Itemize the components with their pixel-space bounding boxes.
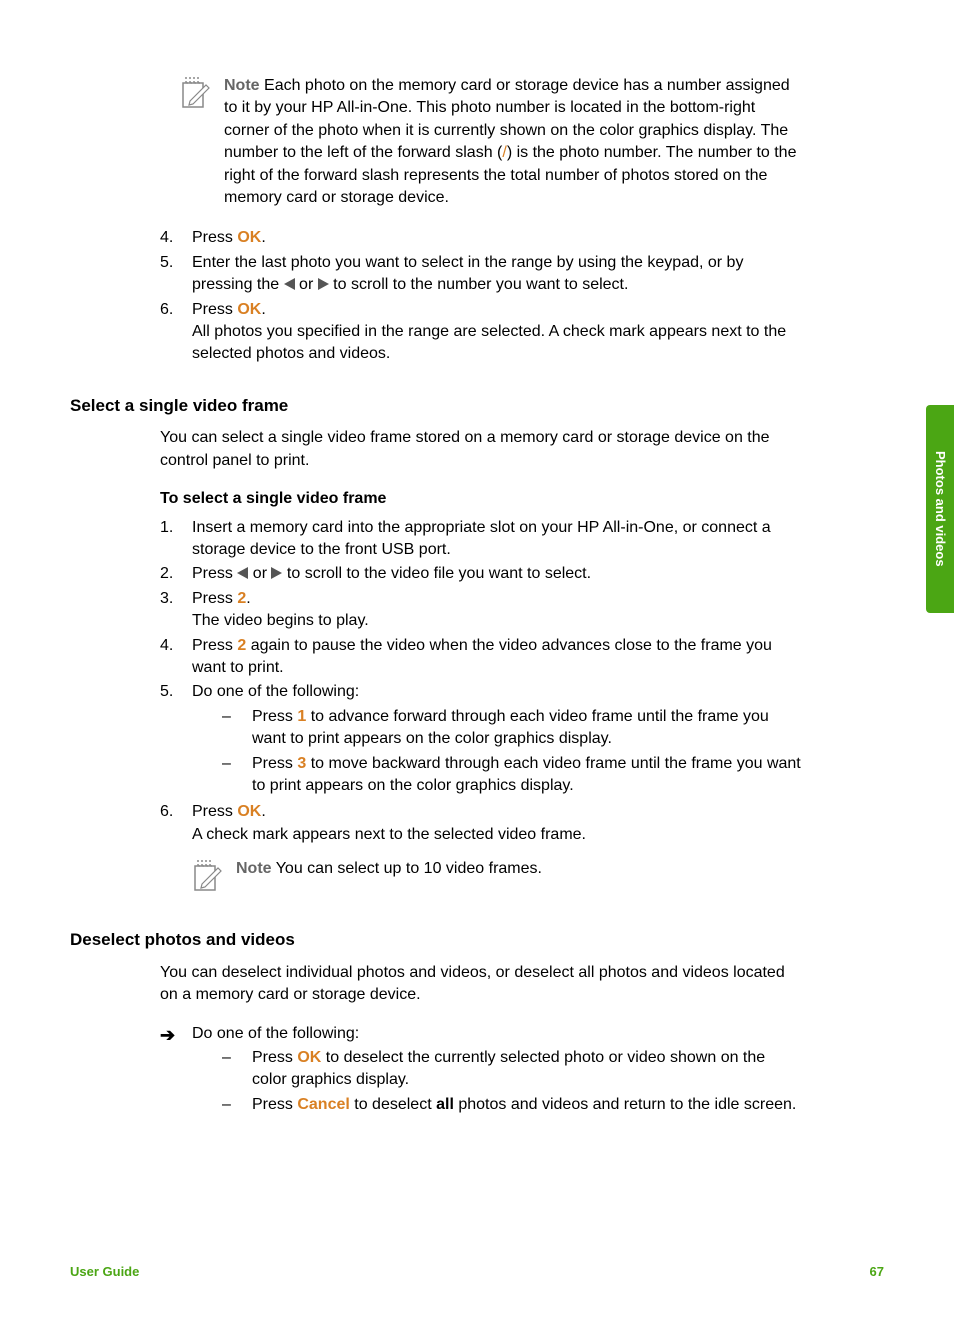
text: or <box>295 276 318 293</box>
list-item: 4. Press OK. <box>160 227 804 249</box>
intro-text: You can deselect individual photos and v… <box>160 962 804 1007</box>
key-2: 2 <box>237 590 246 607</box>
list-item: 6. Press OK. A check mark appears next t… <box>160 801 804 846</box>
arrow-bullet-icon: ➔ <box>160 1023 192 1119</box>
list-item: 4. Press 2 again to pause the video when… <box>160 635 804 680</box>
text: to deselect <box>350 1096 436 1113</box>
list-number: 1. <box>160 517 192 562</box>
note-icon <box>180 75 210 111</box>
text: Press <box>192 565 237 582</box>
text: A check mark appears next to the selecte… <box>192 824 804 846</box>
text: . <box>261 229 265 246</box>
text: Press <box>192 803 237 820</box>
note-block: Note You can select up to 10 video frame… <box>192 858 804 894</box>
dash: – <box>222 1047 252 1092</box>
ok-key: OK <box>297 1049 321 1066</box>
heading-deselect: Deselect photos and videos <box>70 928 884 952</box>
note-body: You can select up to 10 video frames. <box>276 860 542 877</box>
left-arrow-icon <box>284 278 295 290</box>
note-text: Note You can select up to 10 video frame… <box>236 858 804 894</box>
note-label: Note <box>236 860 272 877</box>
text: . <box>261 803 265 820</box>
text: Press <box>192 637 237 654</box>
text: Insert a memory card into the appropriat… <box>192 517 804 562</box>
list-number: 6. <box>160 801 192 846</box>
text: Press <box>192 590 237 607</box>
text: Do one of the following: <box>192 681 804 703</box>
sub-list: – Press 1 to advance forward through eac… <box>192 706 804 798</box>
sub-list: – Press OK to deselect the currently sel… <box>192 1047 804 1116</box>
list-number: 5. <box>160 252 192 297</box>
text: to scroll to the video file you want to … <box>282 565 591 582</box>
ok-key: OK <box>237 301 261 318</box>
page-number: 67 <box>870 1263 884 1281</box>
key-2: 2 <box>237 637 246 654</box>
cancel-key: Cancel <box>297 1096 349 1113</box>
note-block: Note Each photo on the memory card or st… <box>180 75 804 209</box>
intro-text: You can select a single video frame stor… <box>160 427 804 472</box>
key-3: 3 <box>297 755 306 772</box>
text: to advance forward through each video fr… <box>252 708 769 747</box>
note-label: Note <box>224 77 260 94</box>
text: All photos you specified in the range ar… <box>192 321 804 366</box>
text: or <box>248 565 271 582</box>
text: Press <box>252 708 297 725</box>
key-1: 1 <box>297 708 306 725</box>
list-item: 1. Insert a memory card into the appropr… <box>160 517 804 562</box>
text: to deselect the currently selected photo… <box>252 1049 765 1088</box>
text: photos and videos and return to the idle… <box>454 1096 796 1113</box>
note-text: Note Each photo on the memory card or st… <box>224 75 804 209</box>
text: . <box>246 590 250 607</box>
list-item: 3. Press 2. The video begins to play. <box>160 588 804 633</box>
note-icon <box>192 858 222 894</box>
list-number: 4. <box>160 635 192 680</box>
list-number: 5. <box>160 681 192 799</box>
sub-list-item: – Press Cancel to deselect all photos an… <box>192 1094 804 1116</box>
ordered-list-continue: 4. Press OK. 5. Enter the last photo you… <box>160 227 804 365</box>
list-item: 5. Do one of the following: – Press 1 to… <box>160 681 804 799</box>
text: again to pause the video when the video … <box>192 637 772 676</box>
dash: – <box>222 1094 252 1116</box>
text: Press <box>252 1049 297 1066</box>
right-arrow-icon <box>271 567 282 579</box>
heading-video-frame: Select a single video frame <box>70 394 884 418</box>
ok-key: OK <box>237 803 261 820</box>
text: The video begins to play. <box>192 610 804 632</box>
text: Press <box>252 755 297 772</box>
sub-list-item: – Press 3 to move backward through each … <box>192 753 804 798</box>
text: Press <box>252 1096 297 1113</box>
side-tab: Photos and videos <box>926 405 954 613</box>
page-footer: User Guide 67 <box>70 1263 884 1281</box>
ordered-list-video: 1. Insert a memory card into the appropr… <box>160 517 804 846</box>
text: . <box>261 301 265 318</box>
bold-all: all <box>436 1096 454 1113</box>
subheading: To select a single video frame <box>160 488 804 510</box>
text: Do one of the following: <box>192 1023 804 1045</box>
text: to move backward through each video fram… <box>252 755 801 794</box>
sub-list-item: – Press OK to deselect the currently sel… <box>192 1047 804 1092</box>
list-number: 6. <box>160 299 192 366</box>
text: Press <box>192 301 237 318</box>
list-item: ➔ Do one of the following: – Press OK to… <box>160 1023 804 1119</box>
deselect-list: ➔ Do one of the following: – Press OK to… <box>160 1023 804 1119</box>
list-number: 3. <box>160 588 192 633</box>
left-arrow-icon <box>237 567 248 579</box>
dash: – <box>222 706 252 751</box>
footer-left: User Guide <box>70 1263 139 1281</box>
list-number: 4. <box>160 227 192 249</box>
list-item: 6. Press OK. All photos you specified in… <box>160 299 804 366</box>
right-arrow-icon <box>318 278 329 290</box>
sub-list-item: – Press 1 to advance forward through eac… <box>192 706 804 751</box>
ok-key: OK <box>237 229 261 246</box>
text: Press <box>192 229 237 246</box>
list-number: 2. <box>160 563 192 585</box>
page-content: Note Each photo on the memory card or st… <box>0 0 954 1160</box>
list-item: 2. Press or to scroll to the video file … <box>160 563 804 585</box>
dash: – <box>222 753 252 798</box>
list-item: 5. Enter the last photo you want to sele… <box>160 252 804 297</box>
text: to scroll to the number you want to sele… <box>329 276 629 293</box>
